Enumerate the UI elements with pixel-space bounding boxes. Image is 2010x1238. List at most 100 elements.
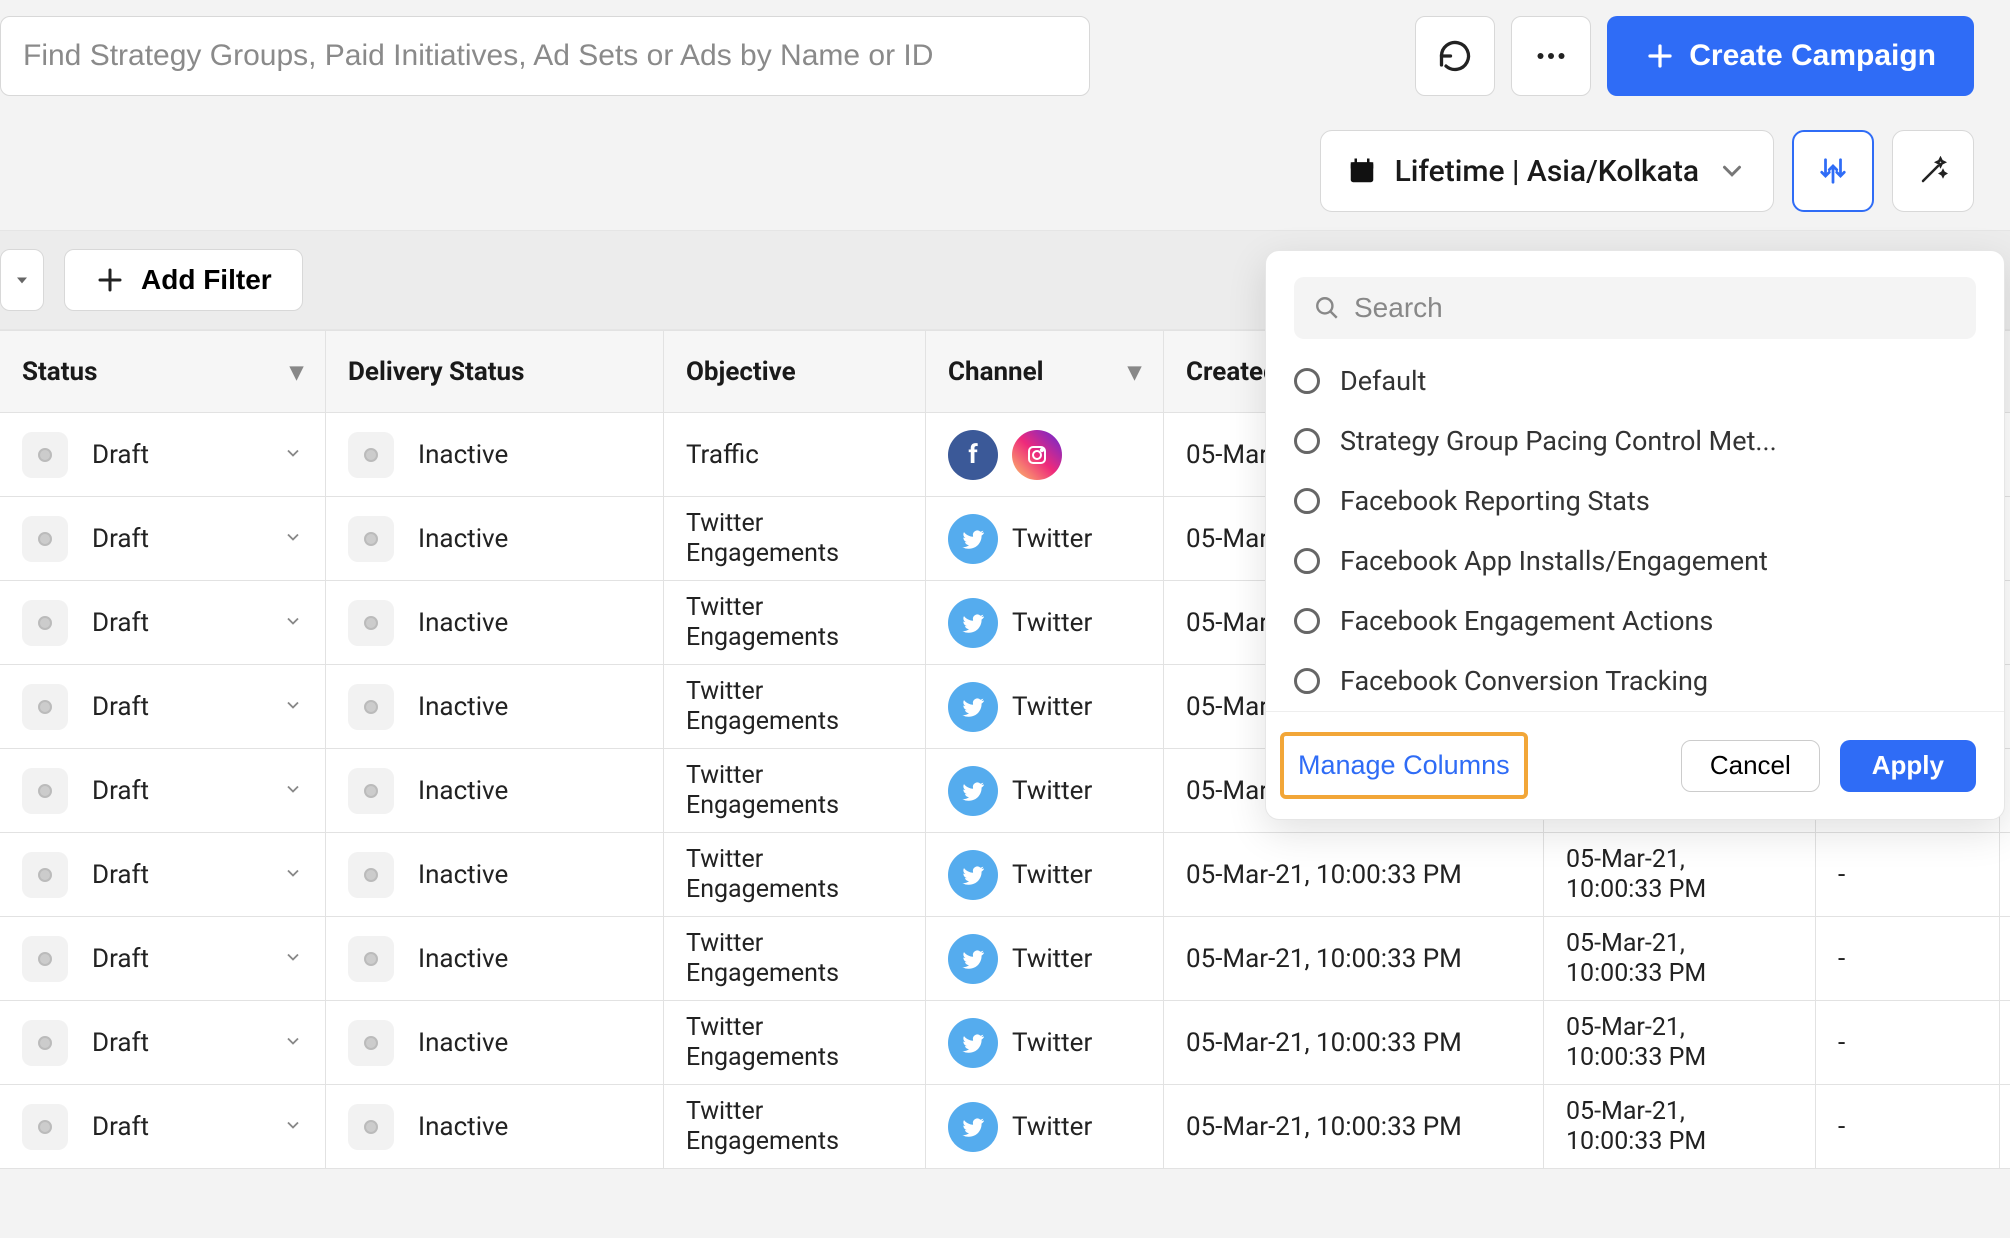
existing-filter-dropdown[interactable] <box>0 249 44 311</box>
global-search-input[interactable] <box>23 39 1067 73</box>
add-filter-button[interactable]: Add Filter <box>64 249 303 311</box>
cancel-button[interactable]: Cancel <box>1681 740 1820 792</box>
popover-search-input[interactable] <box>1354 292 1956 324</box>
chevron-down-icon[interactable] <box>283 944 303 974</box>
chevron-down-icon[interactable] <box>283 1028 303 1058</box>
chevron-down-icon[interactable] <box>283 860 303 890</box>
columns-config-button[interactable] <box>1792 130 1874 212</box>
created-text: 05-Mar-21, 10:00:33 PM <box>1186 944 1462 974</box>
table-row[interactable]: DraftInactiveTwitterEngagementsTwitter05… <box>0 1001 2010 1085</box>
cell-channel: Twitter <box>926 917 1164 1000</box>
chevron-down-icon[interactable] <box>283 1112 303 1142</box>
cell-status[interactable]: Draft <box>0 413 326 496</box>
cell-status[interactable]: Draft <box>0 497 326 580</box>
popover-search[interactable] <box>1294 277 1976 339</box>
th-channel[interactable]: Channel ▾ <box>926 331 1164 412</box>
cell-status[interactable]: Draft <box>0 917 326 1000</box>
table-row[interactable]: DraftInactiveTwitterEngagementsTwitter05… <box>0 917 2010 1001</box>
th-status[interactable]: Status ▾ <box>0 331 326 412</box>
column-preset-option[interactable]: Facebook Engagement Actions <box>1294 605 1976 637</box>
column-preset-option[interactable]: Facebook App Installs/Engagement <box>1294 545 1976 577</box>
column-preset-label: Facebook Reporting Stats <box>1340 485 1650 517</box>
chevron-down-icon[interactable] <box>283 440 303 470</box>
cell-objective: TwitterEngagements <box>664 833 926 916</box>
cell-status[interactable]: Draft <box>0 833 326 916</box>
status-text: Draft <box>92 1028 149 1058</box>
status-text: Draft <box>92 692 149 722</box>
modified-text: 05-Mar-21,10:00:33 PM <box>1566 1097 1706 1157</box>
cell-status[interactable]: Draft <box>0 581 326 664</box>
chevron-down-icon[interactable] <box>283 608 303 638</box>
column-preset-option[interactable]: Facebook Conversion Tracking <box>1294 665 1976 697</box>
cell-modified: 05-Mar-21,10:00:33 PM <box>1544 833 1816 916</box>
cell-channel: f <box>926 413 1164 496</box>
chevron-down-icon[interactable] <box>283 776 303 806</box>
cell-objective: TwitterEngagements <box>664 1001 926 1084</box>
delivery-text: Inactive <box>418 944 508 974</box>
chevron-down-icon[interactable] <box>283 524 303 554</box>
magic-wand-button[interactable] <box>1892 130 1974 212</box>
cell-modified: 05-Mar-21,10:00:33 PM <box>1544 917 1816 1000</box>
objective-text: TwitterEngagements <box>686 593 839 653</box>
cell-extra: - <box>1816 833 2000 916</box>
refresh-button[interactable] <box>1415 16 1495 96</box>
delivery-indicator <box>348 1104 394 1150</box>
status-text: Draft <box>92 608 149 638</box>
cell-channel: Twitter <box>926 749 1164 832</box>
table-row[interactable]: DraftInactiveTwitterEngagementsTwitter05… <box>0 1085 2010 1169</box>
delivery-indicator <box>348 600 394 646</box>
objective-text: TwitterEngagements <box>686 509 839 569</box>
cell-channel: Twitter <box>926 581 1164 664</box>
radio-icon <box>1294 608 1320 634</box>
caret-down-icon <box>12 270 32 290</box>
cell-objective: TwitterEngagements <box>664 497 926 580</box>
calendar-icon <box>1347 156 1377 186</box>
cell-objective: TwitterEngagements <box>664 749 926 832</box>
cell-objective: TwitterEngagements <box>664 581 926 664</box>
status-indicator <box>22 432 68 478</box>
table-row[interactable]: DraftInactiveTwitterEngagementsTwitter05… <box>0 833 2010 917</box>
th-delivery[interactable]: Delivery Status <box>326 331 664 412</box>
columns-adjust-icon <box>1818 156 1848 186</box>
more-button[interactable] <box>1511 16 1591 96</box>
status-text: Draft <box>92 860 149 890</box>
manage-columns-link[interactable]: Manage Columns <box>1294 742 1514 789</box>
chevron-down-icon[interactable] <box>283 692 303 722</box>
cell-status[interactable]: Draft <box>0 1001 326 1084</box>
plus-icon <box>1645 41 1675 71</box>
create-campaign-button[interactable]: Create Campaign <box>1607 16 1974 96</box>
created-text: 05-Mar-21, 10:00:33 PM <box>1186 860 1462 890</box>
radio-icon <box>1294 668 1320 694</box>
delivery-indicator <box>348 936 394 982</box>
date-range-picker[interactable]: Lifetime | Asia/Kolkata <box>1320 130 1774 212</box>
channel-text: Twitter <box>1012 860 1092 890</box>
cell-delivery: Inactive <box>326 665 664 748</box>
facebook-icon: f <box>948 430 998 480</box>
delivery-indicator <box>348 768 394 814</box>
cell-delivery: Inactive <box>326 413 664 496</box>
status-indicator <box>22 516 68 562</box>
th-objective[interactable]: Objective <box>664 331 926 412</box>
column-preset-option[interactable]: Default <box>1294 365 1976 397</box>
cell-delivery: Inactive <box>326 1085 664 1168</box>
apply-button[interactable]: Apply <box>1840 740 1976 792</box>
cell-status[interactable]: Draft <box>0 665 326 748</box>
column-preset-option[interactable]: Strategy Group Pacing Control Met... <box>1294 425 1976 457</box>
objective-text: Traffic <box>686 440 759 470</box>
cell-delivery: Inactive <box>326 1001 664 1084</box>
plus-icon <box>95 265 125 295</box>
global-search[interactable] <box>0 16 1090 96</box>
objective-text: TwitterEngagements <box>686 1097 839 1157</box>
cell-status[interactable]: Draft <box>0 749 326 832</box>
cell-modified: 05-Mar-21,10:00:33 PM <box>1544 1001 1816 1084</box>
create-campaign-label: Create Campaign <box>1689 39 1936 73</box>
twitter-icon <box>948 1018 998 1068</box>
column-preset-option[interactable]: Facebook Reporting Stats <box>1294 485 1976 517</box>
column-preset-label: Facebook Engagement Actions <box>1340 605 1713 637</box>
status-text: Draft <box>92 524 149 554</box>
cell-delivery: Inactive <box>326 917 664 1000</box>
cell-status[interactable]: Draft <box>0 1085 326 1168</box>
column-preset-popover: Default Strategy Group Pacing Control Met… <box>1265 250 2005 820</box>
delivery-indicator <box>348 852 394 898</box>
status-indicator <box>22 768 68 814</box>
